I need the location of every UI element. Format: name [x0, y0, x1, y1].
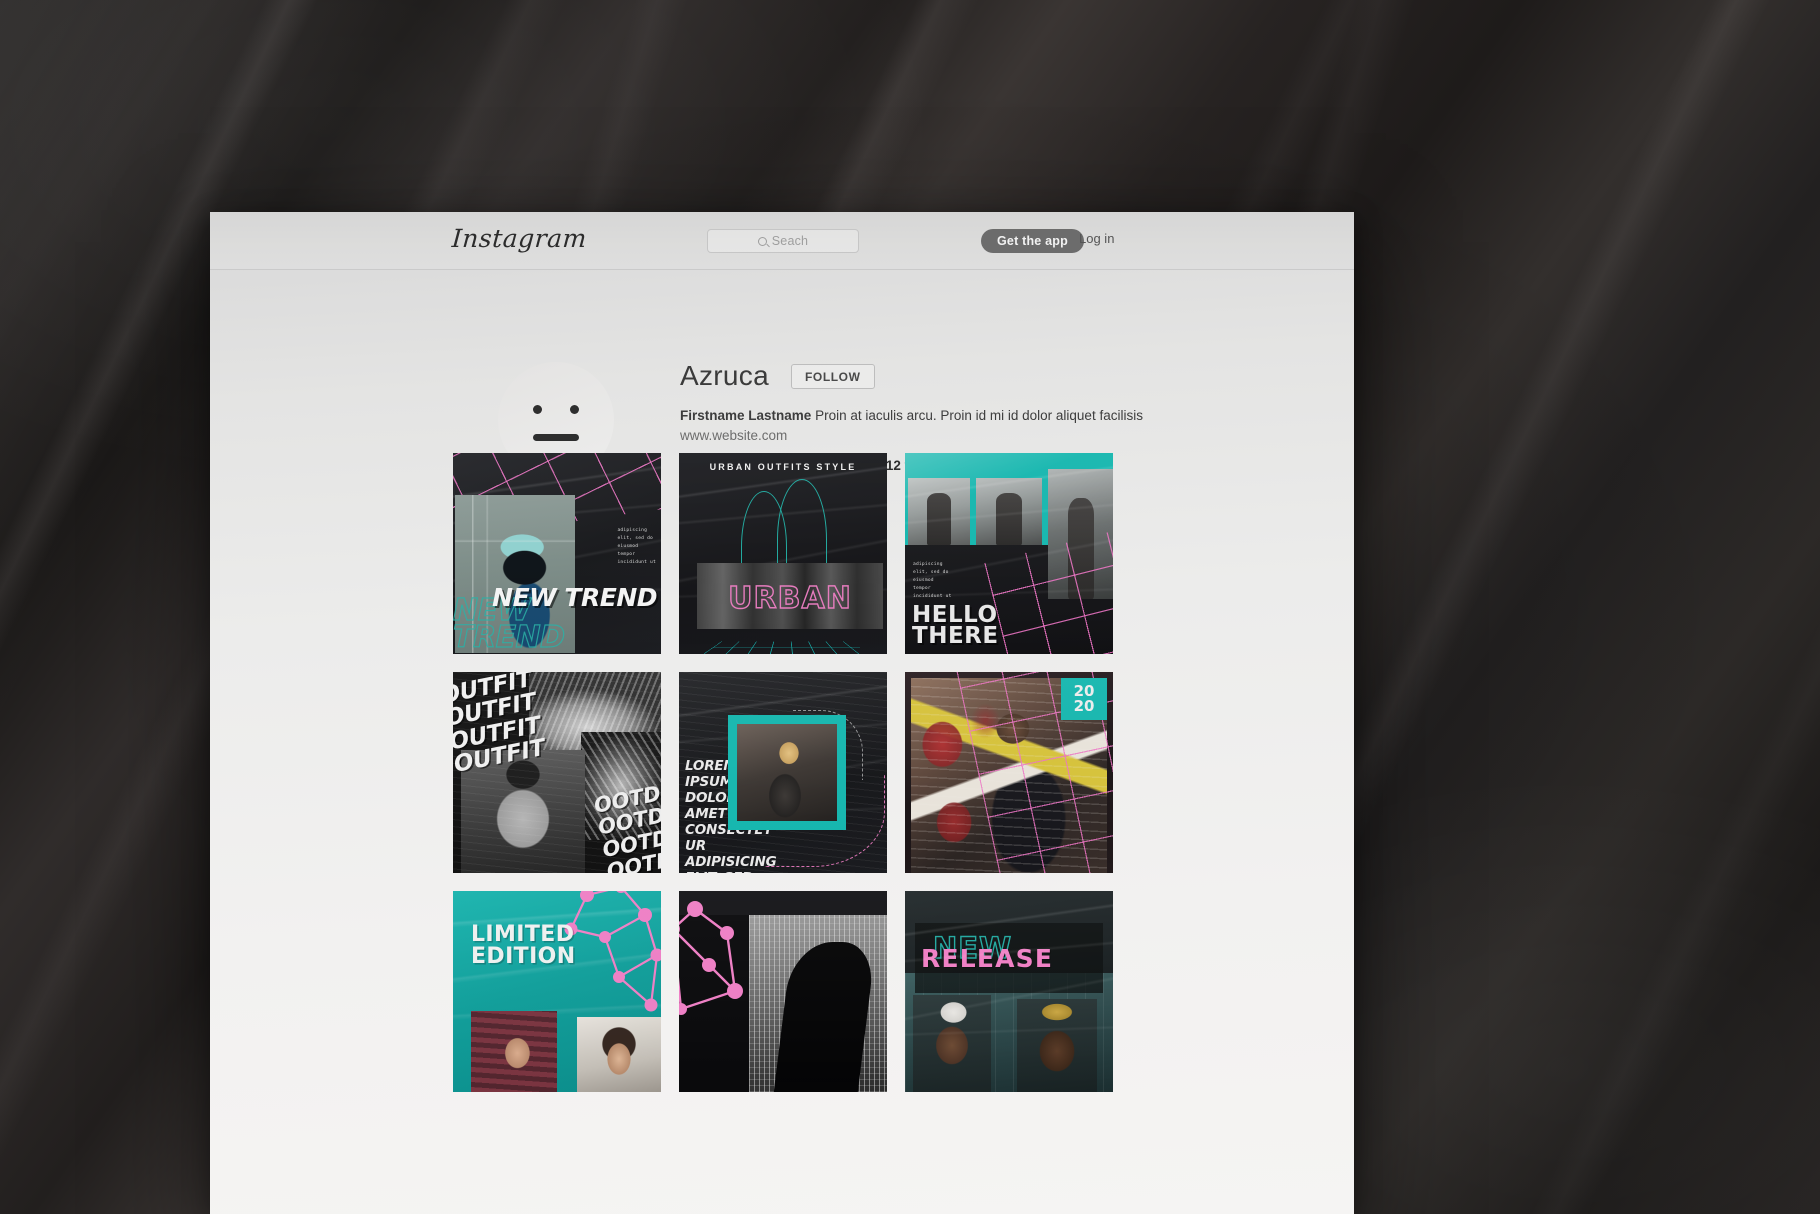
post-photo-3: [1048, 469, 1113, 599]
post-title: LIMITED EDITION: [471, 922, 576, 969]
post-photo-2: [976, 478, 1042, 545]
post-tile-new-release[interactable]: NEW RELEASE: [905, 891, 1113, 1092]
instagram-logo[interactable]: Instagram: [451, 224, 588, 253]
search-input[interactable]: Seach: [707, 229, 859, 253]
post-header: URBAN OUTFITS STYLE: [709, 462, 857, 472]
log-in-link[interactable]: Log in: [1079, 231, 1114, 246]
post-photo-2: [1017, 999, 1097, 1092]
get-the-app-button[interactable]: Get the app: [981, 229, 1084, 253]
micro-caption: adipiscing elit, sed do eiusmod tempor i…: [913, 562, 952, 600]
bio-fullname: Firstname Lastname: [680, 408, 812, 423]
post-subtitle: OOTD OOTD OOTD OOTD: [591, 781, 661, 873]
profile-bio: Firstname Lastname Proin at iaculis arcu…: [680, 407, 1300, 425]
browser-window: Instagram Seach Get the app Log in Azruc…: [210, 212, 1354, 1214]
teal-perspective-grid: [689, 641, 884, 654]
profile-header: Azruca FOLLOW Firstname Lastname Proin a…: [210, 270, 1354, 478]
avatar-mouth: [533, 434, 579, 441]
avatar-eye-left: [533, 405, 542, 414]
post-title: OUTFIT OUTFIT OUTFIT OUTFIT: [453, 672, 548, 779]
profile-website-link[interactable]: www.website.com: [680, 428, 1300, 443]
bio-text: Proin at iaculis arcu. Proin id mi id do…: [815, 408, 1143, 423]
pink-dashed-arrow: [765, 775, 885, 867]
avatar-eye-right: [570, 405, 579, 414]
year-badge: 20 20: [1061, 678, 1107, 720]
post-title: HELLO THERE: [912, 601, 999, 650]
post-title: URBAN: [727, 580, 852, 616]
post-tile-new-trend[interactable]: adipiscing elit, sed do eiusmod tempor i…: [453, 453, 661, 654]
post-title: RELEASE: [921, 944, 1054, 973]
post-photo-1: [913, 995, 991, 1092]
post-photo-2: [577, 1017, 661, 1092]
micro-caption: adipiscing elit, sed do eiusmod tempor i…: [617, 528, 656, 566]
post-tile-network-city[interactable]: [679, 891, 887, 1092]
pink-network-graphic: [679, 901, 743, 1016]
post-tile-urban-outfits[interactable]: URBAN OUTFITS STYLE URBAN: [679, 453, 887, 654]
post-photo-1: [471, 1011, 557, 1092]
post-grid: adipiscing elit, sed do eiusmod tempor i…: [453, 453, 1115, 1092]
post-tile-lorem-ipsum[interactable]: LOREM IPSUM DOLOR AMET CONSECTET UR ADIP…: [679, 672, 887, 873]
username-row: Azruca FOLLOW: [680, 360, 1300, 392]
follow-button[interactable]: FOLLOW: [790, 363, 875, 389]
page-title: Azruca: [680, 360, 769, 391]
post-tile-hello-there[interactable]: adipiscing elit, sed do eiusmod tempor i…: [905, 453, 1113, 654]
post-photo-1: [908, 478, 970, 545]
search-icon: [757, 236, 767, 246]
post-tile-outfit-ootd[interactable]: OUTFIT OUTFIT OUTFIT OUTFIT OOTD OOTD OO…: [453, 672, 661, 873]
post-tile-limited-edition[interactable]: LIMITED EDITION: [453, 891, 661, 1092]
post-tile-2020[interactable]: 20 20: [905, 672, 1113, 873]
top-navigation-bar: Instagram Seach Get the app Log in: [210, 212, 1354, 270]
search-placeholder: Seach: [771, 234, 809, 248]
post-title: NEW TREND: [492, 583, 657, 612]
